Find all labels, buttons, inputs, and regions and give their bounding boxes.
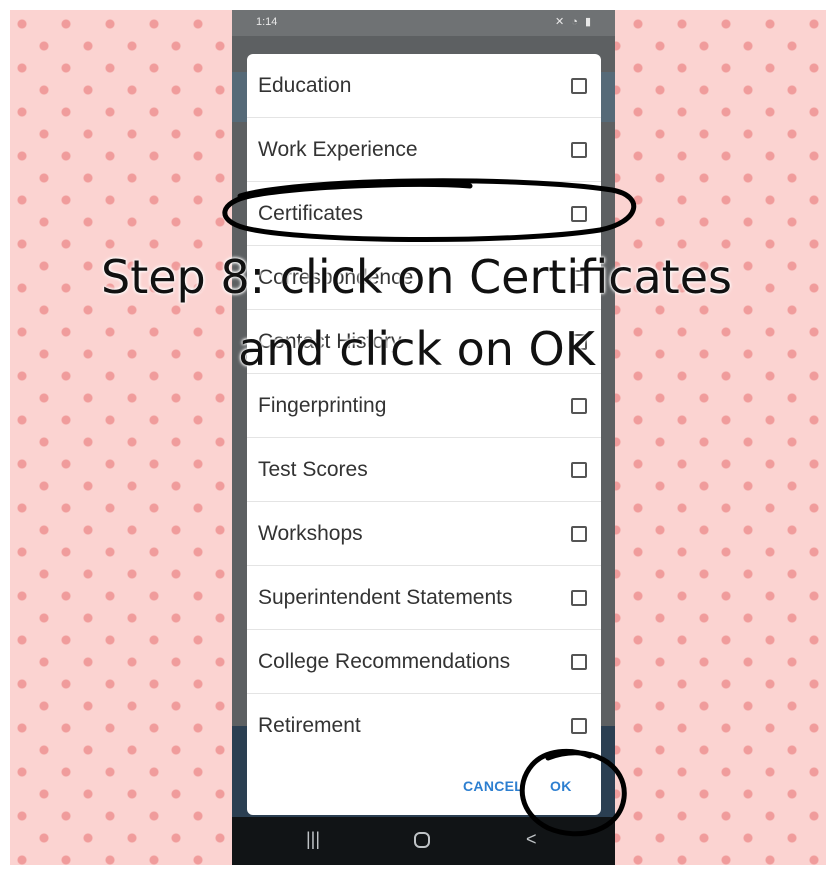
- annotation-layer: [222, 178, 637, 837]
- ok-highlight-circle: [519, 748, 627, 837]
- certificates-highlight-ellipse: [222, 178, 637, 243]
